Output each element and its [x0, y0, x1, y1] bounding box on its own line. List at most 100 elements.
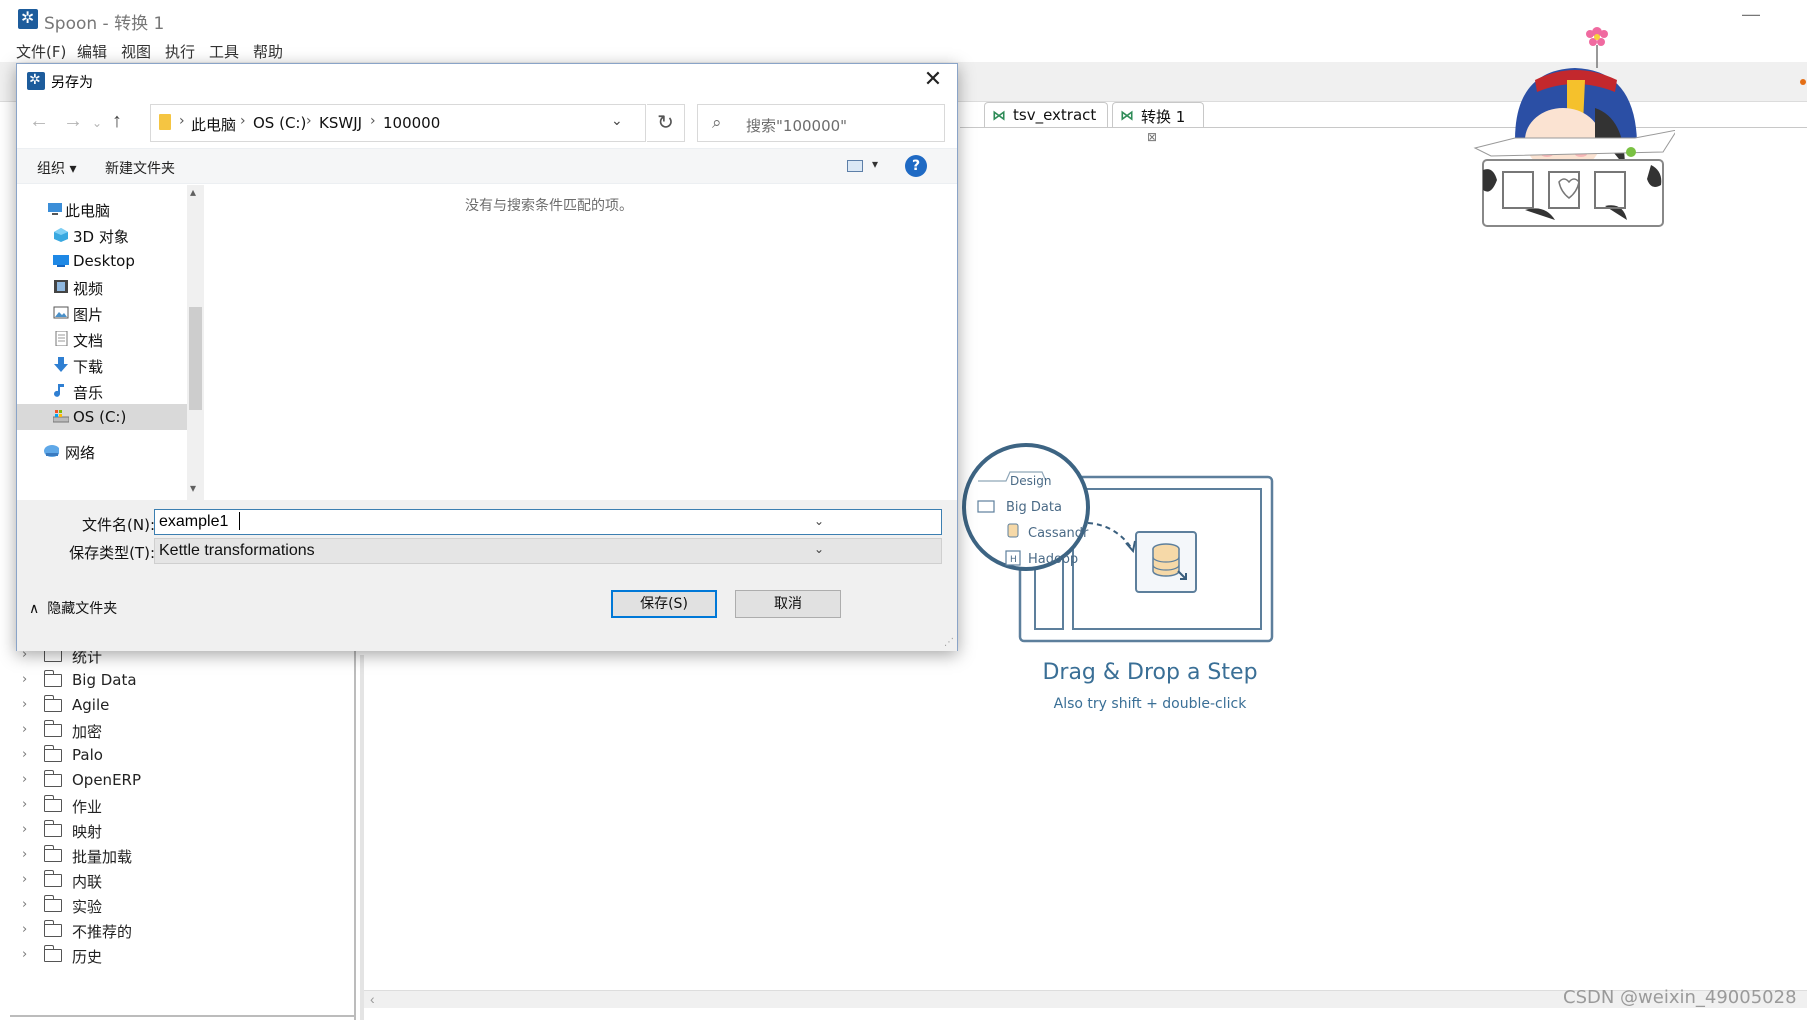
save-button[interactable]: 保存(S) [611, 590, 717, 618]
folder-icon [43, 920, 62, 937]
menu-edit[interactable]: 编辑 [77, 41, 107, 62]
folder-icon [43, 720, 62, 737]
text-caret [239, 512, 240, 530]
refresh-button[interactable]: ↻ [647, 104, 685, 142]
scroll-left-icon[interactable]: ‹ [370, 991, 375, 1007]
nav-item-network[interactable]: 网络 [17, 438, 187, 464]
desktop-icon [53, 255, 69, 267]
scrollbar-thumb[interactable] [189, 307, 202, 410]
nav-item-this-pc[interactable]: 此电脑 [17, 196, 187, 222]
big-data-label: Big Data [1006, 500, 1062, 515]
new-folder-button[interactable]: 新建文件夹 [105, 158, 175, 178]
pictures-icon [53, 306, 69, 319]
nav-item-music[interactable]: 音乐 [17, 378, 187, 404]
navigation-row: ← → ⌄ ↑ › 此电脑 › OS (C:) › KSWJJ › 100000… [17, 102, 957, 142]
filename-dropdown-chevron-icon[interactable]: ⌄ [814, 514, 824, 528]
transformation-icon: ⋈ [992, 108, 1006, 124]
tree-item-label: 作业 [72, 798, 103, 816]
nav-item-pictures[interactable]: 图片 [17, 300, 187, 326]
breadcrumb-separator-icon: › [179, 113, 185, 129]
search-input[interactable]: ⌕ 搜索"100000" [697, 104, 945, 142]
save-as-dialog: 另存为 ✕ ← → ⌄ ↑ › 此电脑 › OS (C:) › KSWJJ › … [16, 63, 958, 651]
nav-item-label: Desktop [73, 252, 135, 270]
search-icon: ⌕ [712, 113, 722, 133]
nav-item-videos[interactable]: 视频 [17, 274, 187, 300]
menu-view[interactable]: 视图 [121, 41, 151, 62]
help-icon[interactable]: ? [905, 155, 927, 177]
tab-tsv-extract[interactable]: ⋈ tsv_extract [984, 102, 1108, 128]
nav-item-os-c[interactable]: OS (C:) [17, 404, 187, 430]
design-tab-label: Design [1010, 474, 1051, 488]
tab-close-icon[interactable]: ⊠ [1147, 130, 1157, 144]
file-list-pane[interactable]: 没有与搜索条件匹配的项。 [204, 185, 957, 500]
cancel-button[interactable]: 取消 [735, 590, 841, 618]
command-bar: 组织 ▾ 新建文件夹 ▾ ? [17, 148, 957, 184]
address-bar[interactable]: › 此电脑 › OS (C:) › KSWJJ › 100000 ⌄ [150, 104, 646, 142]
drive-icon [53, 410, 69, 423]
filetype-dropdown-chevron-icon[interactable]: ⌄ [814, 542, 824, 556]
nav-item-label: 文档 [73, 332, 104, 350]
hadoop-label: Hadoop [1028, 552, 1078, 567]
hide-folders-label: 隐藏文件夹 [47, 601, 118, 617]
nav-item-documents[interactable]: 文档 [17, 326, 187, 352]
scroll-up-icon[interactable]: ▴ [190, 185, 196, 199]
downloads-icon [54, 357, 68, 372]
tab-label: 转换 1 [1141, 108, 1186, 126]
indicator-dot [1800, 79, 1806, 85]
menu-run[interactable]: 执行 [165, 41, 195, 62]
breadcrumb-this-pc[interactable]: 此电脑 [191, 114, 236, 135]
breadcrumb-drive[interactable]: OS (C:) [253, 114, 306, 132]
panel-border [10, 1015, 356, 1017]
tab-transform-1[interactable]: ⋈ 转换 1 ⊠ [1112, 102, 1204, 144]
tree-item-label: 内联 [72, 873, 103, 891]
folder-icon [43, 695, 62, 712]
canvas-border [360, 655, 364, 1020]
search-placeholder: 搜索"100000" [746, 117, 848, 135]
cassandra-icon [1007, 523, 1019, 538]
tree-item-label: 批量加载 [72, 848, 133, 866]
nav-item-label: 此电脑 [65, 202, 111, 220]
videos-icon [54, 280, 68, 293]
forward-arrow-icon[interactable]: → [63, 110, 83, 133]
tree-item-label: 映射 [72, 823, 103, 841]
nav-item-desktop[interactable]: Desktop [17, 248, 187, 274]
folder-icon [43, 845, 62, 862]
breadcrumb-current-folder[interactable]: 100000 [383, 114, 440, 132]
breadcrumb-separator-icon: › [370, 113, 376, 129]
change-view-icon[interactable] [847, 160, 863, 172]
recent-locations-chevron-icon[interactable]: ⌄ [92, 116, 102, 130]
close-button[interactable]: ✕ [919, 66, 947, 94]
back-arrow-icon[interactable]: ← [29, 110, 49, 133]
navigation-pane: 此电脑 3D 对象 Desktop 视频 图片 文档 下载 音乐 OS (C:)… [17, 185, 187, 495]
menu-help[interactable]: 帮助 [253, 41, 283, 62]
documents-icon [55, 331, 68, 346]
chevron-right-icon: › [22, 947, 28, 962]
spoon-app-icon [27, 71, 45, 90]
nav-item-downloads[interactable]: 下载 [17, 352, 187, 378]
menu-file[interactable]: 文件(F) [16, 41, 66, 62]
folder-icon [43, 795, 62, 812]
music-icon [54, 384, 64, 397]
nav-item-label: 网络 [65, 444, 96, 462]
tree-item-label: Agile [72, 696, 110, 714]
view-options-chevron-icon[interactable]: ▾ [872, 157, 878, 171]
resize-grip-icon[interactable]: ⋰ [944, 637, 954, 648]
nav-item-3d-objects[interactable]: 3D 对象 [17, 222, 187, 248]
mascot-image [1473, 27, 1675, 227]
up-arrow-icon[interactable]: ↑ [112, 110, 122, 133]
hide-folders-toggle[interactable]: ∧ 隐藏文件夹 [29, 598, 117, 618]
breadcrumb-kswjj[interactable]: KSWJJ [319, 114, 362, 132]
window-title: Spoon - 转换 1 [44, 14, 165, 34]
nav-item-label: 视频 [73, 280, 104, 298]
organize-button[interactable]: 组织 ▾ [37, 158, 76, 178]
minimize-button[interactable]: — [1742, 4, 1760, 25]
chevron-down-icon[interactable]: ⌄ [611, 113, 623, 129]
chevron-right-icon: › [22, 922, 28, 937]
watermark: CSDN @weixin_49005028 [1563, 987, 1797, 1008]
menu-tools[interactable]: 工具 [209, 41, 239, 62]
chevron-up-icon: ∧ [29, 601, 40, 617]
navigation-scrollbar[interactable]: ▴ ▾ [187, 185, 204, 500]
scroll-down-icon[interactable]: ▾ [190, 481, 196, 495]
filename-label: 文件名(N): [82, 516, 155, 534]
chevron-right-icon: › [22, 672, 28, 687]
